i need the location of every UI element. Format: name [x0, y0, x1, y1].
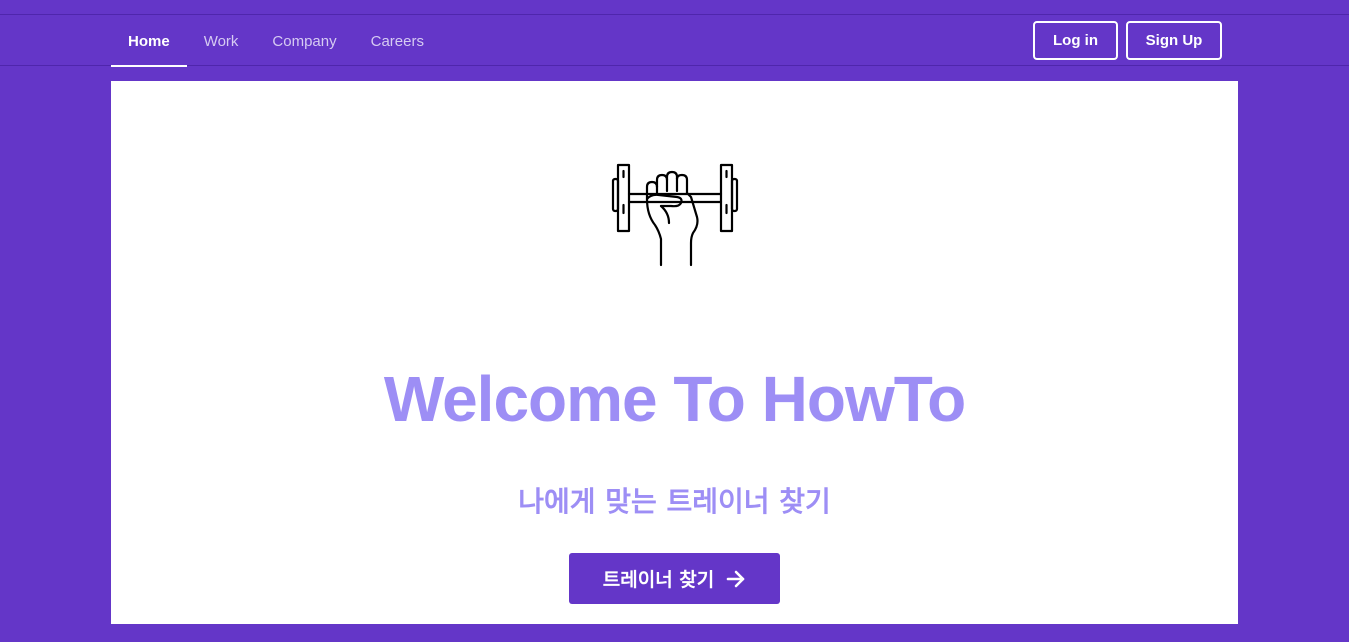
arrow-right-icon	[726, 570, 745, 587]
nav-link-company[interactable]: Company	[255, 15, 353, 67]
find-trainer-label: 트레이너 찾기	[602, 569, 715, 591]
signup-button[interactable]: Sign Up	[1126, 21, 1222, 60]
login-button[interactable]: Log in	[1033, 21, 1118, 60]
auth-actions: Log in Sign Up	[1033, 21, 1222, 60]
hero-subtitle: 나에게 맞는 트레이너 찾기	[518, 485, 831, 518]
find-trainer-button[interactable]: 트레이너 찾기	[569, 553, 780, 604]
dumbbell-fist-icon	[611, 163, 739, 267]
nav-link-work[interactable]: Work	[187, 15, 256, 67]
top-navbar: Home Work Company Careers Log in Sign Up	[0, 14, 1349, 67]
hero-title: Welcome To HowTo	[383, 363, 966, 435]
hero-section: Welcome To HowTo 나에게 맞는 트레이너 찾기 트레이너 찾기	[111, 81, 1238, 624]
nav-link-careers[interactable]: Careers	[354, 15, 441, 67]
nav-link-home[interactable]: Home	[111, 15, 187, 67]
nav-links: Home Work Company Careers	[111, 15, 441, 67]
